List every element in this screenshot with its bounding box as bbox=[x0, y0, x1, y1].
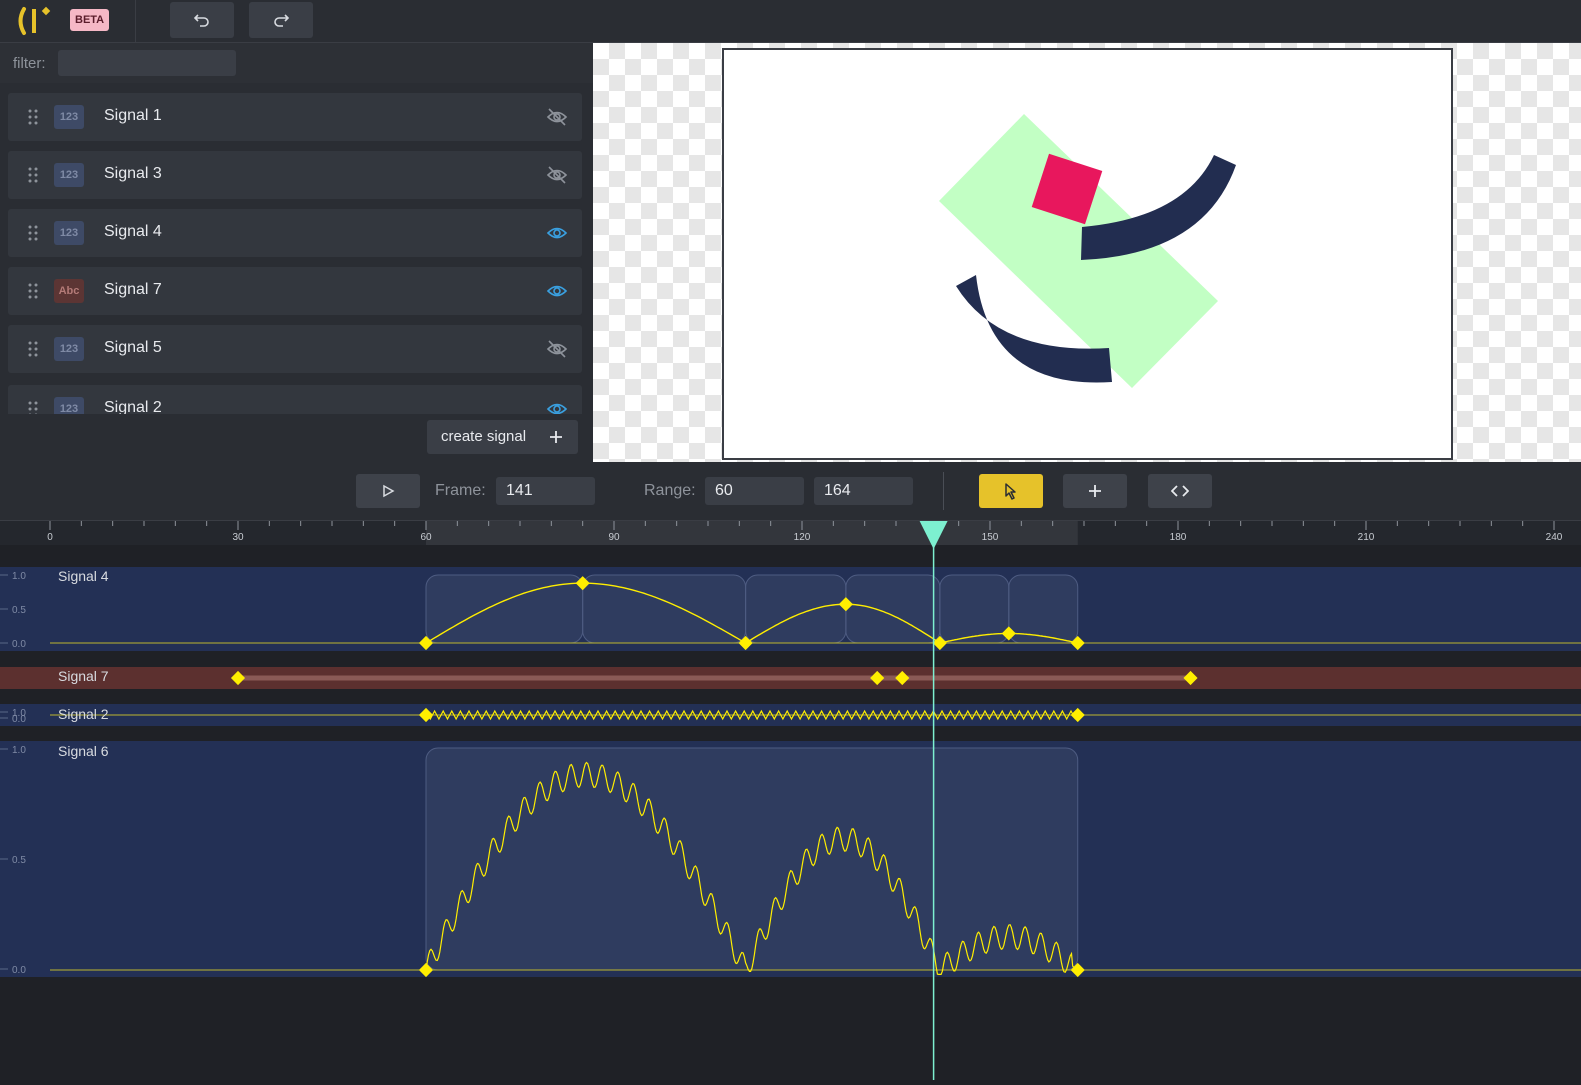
type-badge: 123 bbox=[54, 105, 84, 129]
preview-area bbox=[593, 43, 1581, 462]
timeline: 0 30 60 90 120 150 180 210 240 1.0 0.5 0.0 1.0 0.0 1.0… bbox=[0, 521, 1581, 1080]
ruler-tick-label: 210 bbox=[1358, 532, 1375, 543]
plus-icon bbox=[1089, 485, 1101, 497]
track-label: Signal 4 bbox=[58, 568, 109, 584]
type-badge: 123 bbox=[54, 221, 84, 245]
ruler-tick-label: 0 bbox=[47, 532, 53, 543]
drag-handle-icon[interactable] bbox=[27, 225, 39, 241]
preview-canvas[interactable] bbox=[722, 48, 1453, 460]
signal-list: 123 Signal 1 123 Signal 3 123 Signal 4 A… bbox=[0, 83, 593, 414]
redo-icon bbox=[274, 14, 290, 27]
type-badge: Abc bbox=[54, 279, 84, 303]
drag-handle-icon[interactable] bbox=[27, 283, 39, 299]
signal-name: Signal 3 bbox=[104, 165, 162, 182]
signal-name: Signal 1 bbox=[104, 107, 162, 124]
signal-name: Signal 5 bbox=[104, 339, 162, 356]
ruler-tick-label: 240 bbox=[1546, 532, 1563, 543]
code-tool-button[interactable] bbox=[1148, 474, 1212, 508]
drag-handle-icon[interactable] bbox=[27, 109, 39, 125]
axis-tick-label: 1.0 bbox=[12, 745, 26, 756]
plus-icon bbox=[550, 431, 562, 443]
frame-input[interactable]: 141 bbox=[496, 477, 595, 505]
frame-label: Frame: bbox=[435, 482, 486, 499]
track-label: Signal 6 bbox=[58, 743, 109, 759]
scene-drawing bbox=[939, 114, 1236, 388]
curve-segment-box bbox=[425, 747, 1079, 971]
axis-tick-label: 0.0 bbox=[12, 965, 26, 976]
ruler-tick-label: 180 bbox=[1170, 532, 1187, 543]
signal-name: Signal 4 bbox=[104, 223, 162, 240]
curve-segment-box bbox=[1008, 574, 1079, 644]
track-label: Signal 7 bbox=[58, 668, 109, 684]
eye-icon[interactable] bbox=[546, 281, 568, 301]
undo-button[interactable] bbox=[170, 2, 234, 38]
signal-item[interactable]: 123 Signal 2 bbox=[8, 385, 582, 414]
top-bar: BETA bbox=[0, 0, 1581, 43]
curve-segment-box bbox=[939, 574, 1010, 644]
timeline-svg[interactable]: 0 30 60 90 120 150 180 210 2401.00.50.01.00.01.0… bbox=[0, 521, 1581, 1080]
signal-name: Signal 2 bbox=[104, 399, 162, 414]
eye-hidden-icon[interactable] bbox=[546, 165, 568, 185]
axis-tick-label: 0.5 bbox=[12, 605, 26, 616]
play-button[interactable] bbox=[356, 474, 420, 508]
range-end-input[interactable]: 164 bbox=[814, 477, 913, 505]
curve-segment-box bbox=[845, 574, 941, 644]
code-icon bbox=[1171, 485, 1189, 497]
axis-tick-label: 0.5 bbox=[12, 855, 26, 866]
type-badge: 123 bbox=[54, 397, 84, 414]
type-badge: 123 bbox=[54, 337, 84, 361]
eye-icon[interactable] bbox=[546, 399, 568, 414]
ruler-tick-label: 90 bbox=[608, 532, 620, 543]
create-signal-button[interactable]: create signal bbox=[427, 420, 578, 454]
track-label: Signal 2 bbox=[58, 706, 109, 722]
app-logo bbox=[18, 6, 51, 35]
signal-item[interactable]: Abc Signal 7 bbox=[8, 267, 582, 315]
controls-divider bbox=[943, 472, 944, 510]
signal-item[interactable]: 123 Signal 1 bbox=[8, 93, 582, 141]
filter-input[interactable] bbox=[58, 50, 236, 76]
top-divider bbox=[135, 0, 136, 42]
drag-handle-icon[interactable] bbox=[27, 167, 39, 183]
drag-handle-icon[interactable] bbox=[27, 401, 39, 414]
eye-hidden-icon[interactable] bbox=[546, 107, 568, 127]
ruler-tick-label: 150 bbox=[982, 532, 999, 543]
filter-row: filter: bbox=[0, 43, 593, 83]
select-tool-button[interactable] bbox=[979, 474, 1043, 508]
undo-icon bbox=[193, 14, 209, 27]
eye-icon[interactable] bbox=[546, 223, 568, 243]
create-signal-label: create signal bbox=[441, 428, 527, 445]
green-rectangle bbox=[939, 114, 1218, 388]
ruler-tick-label: 120 bbox=[794, 532, 811, 543]
signals-panel: filter: 123 Signal 1 123 Signal 3 123 Si… bbox=[0, 43, 593, 462]
type-badge: 123 bbox=[54, 163, 84, 187]
add-tool-button[interactable] bbox=[1063, 474, 1127, 508]
axis-tick-label: 0.0 bbox=[12, 714, 26, 725]
ruler-range-highlight bbox=[426, 521, 1078, 545]
eye-hidden-icon[interactable] bbox=[546, 339, 568, 359]
ruler-tick-label: 30 bbox=[232, 532, 244, 543]
filter-label: filter: bbox=[13, 55, 46, 72]
play-icon bbox=[383, 484, 395, 498]
axis-tick-label: 1.0 bbox=[12, 571, 26, 582]
signal-item[interactable]: 123 Signal 5 bbox=[8, 325, 582, 373]
range-label: Range: bbox=[644, 482, 696, 499]
signal-item[interactable]: 123 Signal 4 bbox=[8, 209, 582, 257]
axis-tick-label: 0.0 bbox=[12, 639, 26, 650]
drag-handle-icon[interactable] bbox=[27, 341, 39, 357]
beta-badge: BETA bbox=[70, 9, 110, 31]
signal-item[interactable]: 123 Signal 3 bbox=[8, 151, 582, 199]
ruler-tick-label: 60 bbox=[420, 532, 432, 543]
cursor-icon bbox=[1005, 483, 1016, 500]
signal-name: Signal 7 bbox=[104, 281, 162, 298]
curve-segment-box bbox=[745, 574, 847, 644]
playback-controls: Frame: 141 Range: 60 164 bbox=[0, 462, 1581, 521]
range-start-input[interactable]: 60 bbox=[705, 477, 804, 505]
redo-button[interactable] bbox=[249, 2, 313, 38]
